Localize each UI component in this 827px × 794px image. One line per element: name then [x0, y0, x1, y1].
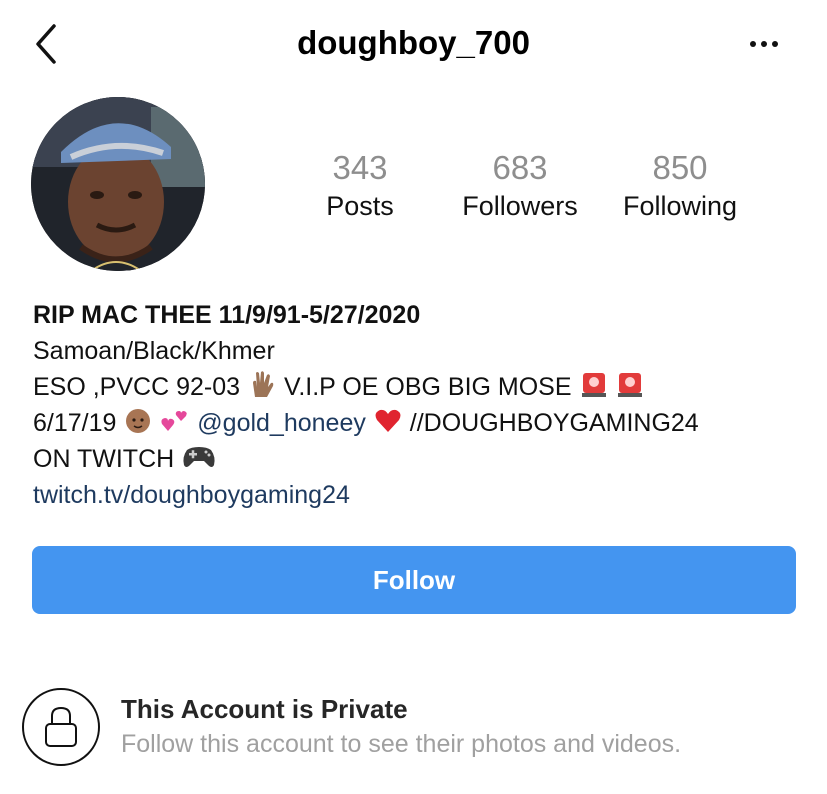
profile-header: doughboy_700 — [0, 0, 827, 90]
stat-following[interactable]: 850 Following — [600, 148, 760, 224]
private-subtitle: Follow this account to see their photos … — [121, 730, 682, 758]
more-options-button[interactable] — [746, 32, 782, 56]
profile-name: RIP MAC THEE 11/9/91-5/27/2020 — [33, 301, 421, 329]
profile-avatar[interactable] — [31, 97, 205, 271]
profile-bio: RIP MAC THEE 11/9/91-5/27/2020 Samoan/Bl… — [33, 297, 813, 513]
profile-stats: 343 Posts 683 Followers 850 Following — [280, 148, 760, 228]
bio-text: ESO ,PVCC 92-03 — [33, 373, 241, 401]
private-account-notice: This Account is Private Follow this acco… — [22, 688, 812, 778]
avatar-photo — [31, 97, 205, 271]
lock-icon-circle — [22, 688, 100, 766]
stat-followers[interactable]: 683 Followers — [440, 148, 600, 224]
baby-emoji-icon — [126, 409, 151, 433]
game-controller-emoji-icon — [183, 447, 215, 467]
lock-icon — [45, 706, 77, 747]
red-heart-emoji-icon — [375, 409, 401, 432]
mention-link[interactable]: @gold_honeey — [197, 409, 366, 437]
bio-text: V.I.P OE OBG BIG MOSE — [283, 373, 572, 401]
posts-count: 343 — [332, 149, 388, 186]
police-light-emoji-icon — [618, 373, 643, 397]
following-label: Following — [622, 191, 738, 221]
private-title: This Account is Private — [121, 694, 408, 724]
profile-username: doughboy_700 — [297, 24, 530, 61]
vulcan-salute-emoji-icon — [252, 371, 274, 397]
two-hearts-emoji-icon — [161, 411, 187, 431]
bio-line: Samoan/Black/Khmer — [33, 337, 275, 365]
bio-line: 6/17/19 @gold_honeey //DOUGHBOYGAMING24 — [33, 405, 813, 441]
bio-line: ESO ,PVCC 92-03 V.I.P OE OBG BIG MOSE — [33, 369, 813, 405]
more-horizontal-icon — [750, 41, 778, 47]
stat-posts[interactable]: 343 Posts — [280, 148, 440, 224]
bio-text: ON TWITCH — [33, 445, 175, 473]
follow-button[interactable]: Follow — [32, 546, 796, 614]
followers-count: 683 — [492, 149, 548, 186]
bio-line: ON TWITCH — [33, 441, 813, 477]
bio-text: //DOUGHBOYGAMING24 — [409, 409, 699, 437]
police-light-emoji-icon — [581, 373, 606, 397]
following-count: 850 — [652, 149, 708, 186]
followers-label: Followers — [462, 191, 578, 221]
bio-text: 6/17/19 — [33, 409, 117, 437]
profile-website-link[interactable]: twitch.tv/doughboygaming24 — [33, 477, 813, 513]
posts-label: Posts — [326, 191, 394, 221]
